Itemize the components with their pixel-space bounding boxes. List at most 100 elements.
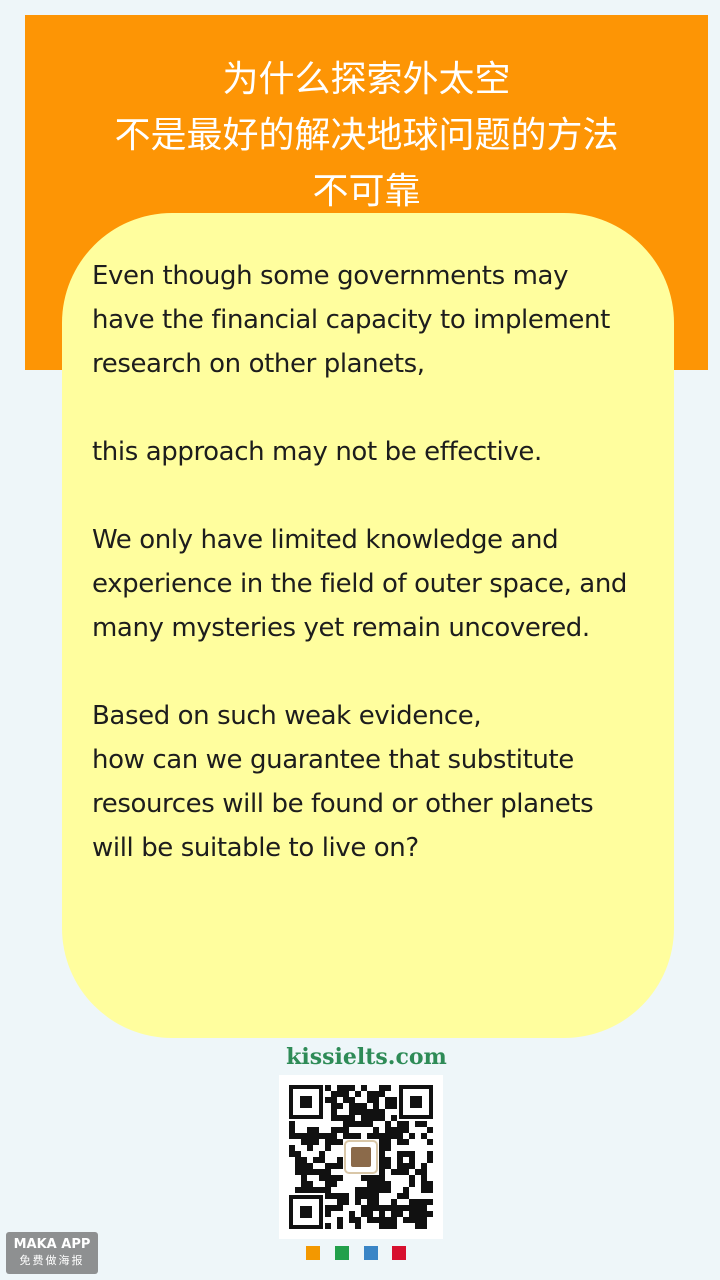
qr-module: [325, 1223, 331, 1229]
qr-module: [289, 1127, 295, 1133]
qr-module: [391, 1223, 397, 1229]
qr-module: [379, 1109, 385, 1115]
qr-module: [331, 1127, 337, 1133]
qr-module: [313, 1169, 319, 1175]
qr-module: [325, 1133, 331, 1139]
qr-module: [373, 1097, 379, 1103]
qr-module: [331, 1115, 337, 1121]
qr-module: [397, 1205, 403, 1211]
qr-module: [307, 1163, 313, 1169]
qr-module: [421, 1217, 427, 1223]
maka-app-badge[interactable]: MAKA APP 免费做海报: [6, 1232, 98, 1274]
qr-module: [325, 1145, 331, 1151]
qr-module: [295, 1187, 301, 1193]
qr-module: [403, 1139, 409, 1145]
qr-module: [391, 1169, 397, 1175]
qr-module: [385, 1163, 391, 1169]
qr-module: [319, 1187, 325, 1193]
qr-module: [409, 1205, 415, 1211]
qr-module: [337, 1139, 343, 1145]
qr-module: [337, 1127, 343, 1133]
qr-module: [391, 1133, 397, 1139]
qr-module: [349, 1109, 355, 1115]
qr-module: [421, 1133, 427, 1139]
qr-module: [331, 1139, 337, 1145]
qr-module: [331, 1193, 337, 1199]
body-line: Even though some governments may: [92, 261, 569, 291]
qr-module: [385, 1103, 391, 1109]
qr-module: [409, 1157, 415, 1163]
qr-module: [331, 1103, 337, 1109]
qr-module: [343, 1085, 349, 1091]
body-line: We only have limited knowledge and: [92, 525, 559, 555]
qr-module: [367, 1133, 373, 1139]
qr-module: [409, 1133, 415, 1139]
qr-module: [427, 1139, 433, 1145]
qr-module: [337, 1223, 343, 1229]
qr-module: [325, 1193, 331, 1199]
qr-module: [385, 1097, 391, 1103]
qr-module: [409, 1217, 415, 1223]
qr-module: [379, 1211, 385, 1217]
qr-code-icon: [289, 1085, 433, 1229]
qr-module: [319, 1157, 325, 1163]
qr-module: [325, 1211, 331, 1217]
qr-module: [331, 1097, 337, 1103]
qr-module: [367, 1181, 373, 1187]
qr-module: [391, 1205, 397, 1211]
qr-module: [343, 1091, 349, 1097]
qr-module: [295, 1169, 301, 1175]
qr-module: [385, 1139, 391, 1145]
qr-module: [367, 1199, 373, 1205]
qr-module: [355, 1193, 361, 1199]
qr-module: [337, 1091, 343, 1097]
qr-module: [319, 1169, 325, 1175]
qr-module: [391, 1103, 397, 1109]
qr-module: [427, 1187, 433, 1193]
body-line: research on other planets,: [92, 349, 425, 379]
qr-module: [403, 1205, 409, 1211]
qr-module: [289, 1121, 295, 1127]
qr-module: [409, 1211, 415, 1217]
qr-module: [337, 1163, 343, 1169]
qr-module: [385, 1085, 391, 1091]
qr-module: [331, 1091, 337, 1097]
qr-module: [385, 1205, 391, 1211]
qr-module: [379, 1145, 385, 1151]
qr-module: [307, 1133, 313, 1139]
qr-module: [331, 1109, 337, 1115]
qr-module: [349, 1097, 355, 1103]
qr-module: [307, 1187, 313, 1193]
page-title: 为什么探索外太空 不是最好的解决地球问题的方法 不可靠: [25, 52, 708, 220]
qr-module: [331, 1163, 337, 1169]
qr-module: [331, 1133, 337, 1139]
qr-module: [397, 1163, 403, 1169]
qr-module: [427, 1211, 433, 1217]
qr-module: [367, 1187, 373, 1193]
qr-module: [421, 1223, 427, 1229]
qr-module: [295, 1133, 301, 1139]
site-url[interactable]: kissielts.com: [0, 1041, 720, 1073]
qr-module: [403, 1193, 409, 1199]
qr-module: [373, 1133, 379, 1139]
qr-module: [355, 1217, 361, 1223]
qr-module: [319, 1151, 325, 1157]
qr-module: [385, 1187, 391, 1193]
qr-module: [373, 1193, 379, 1199]
qr-module: [391, 1217, 397, 1223]
qr-module: [343, 1097, 349, 1103]
qr-module: [307, 1169, 313, 1175]
body-line: [92, 650, 662, 694]
qr-module: [301, 1169, 307, 1175]
qr-module: [343, 1127, 349, 1133]
qr-module: [373, 1217, 379, 1223]
qr-module: [367, 1205, 373, 1211]
qr-module: [301, 1187, 307, 1193]
qr-module: [331, 1175, 337, 1181]
qr-module: [325, 1139, 331, 1145]
qr-module: [325, 1175, 331, 1181]
qr-module: [367, 1193, 373, 1199]
qr-module: [337, 1175, 343, 1181]
body-line: Based on such weak evidence,: [92, 701, 482, 731]
qr-module: [301, 1133, 307, 1139]
